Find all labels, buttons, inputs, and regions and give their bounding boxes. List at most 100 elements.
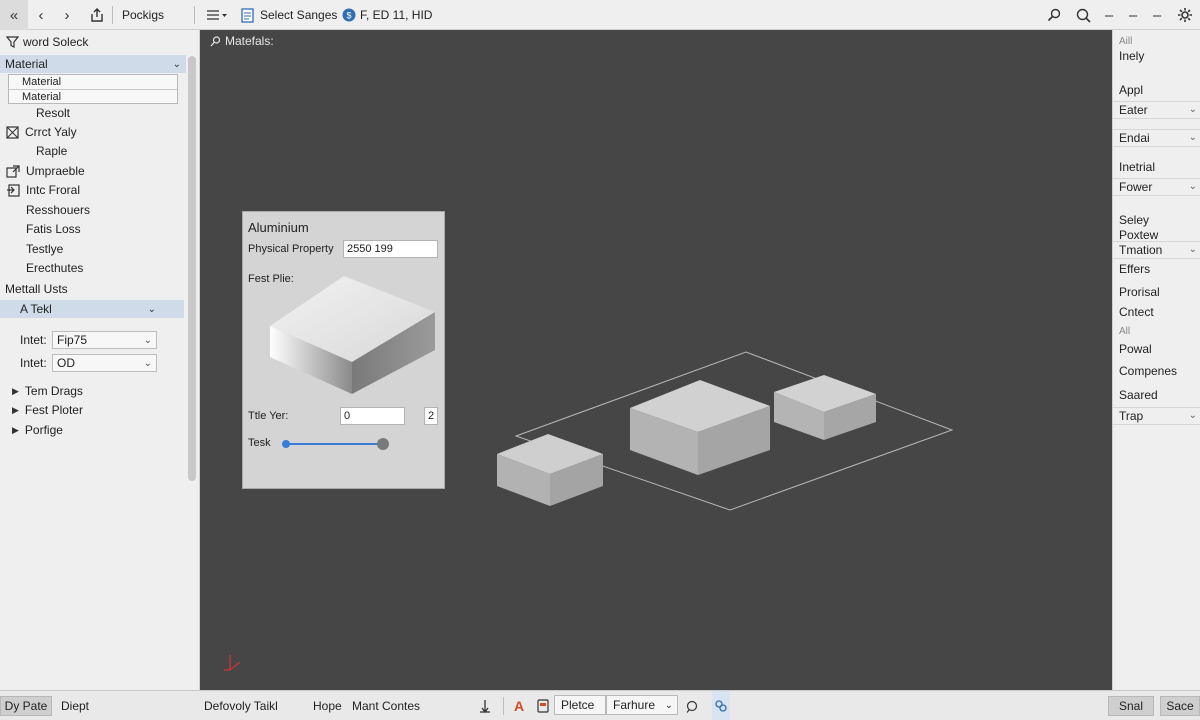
panel-header-label: word Soleck <box>23 35 89 49</box>
right-panel-item[interactable]: Cntect <box>1119 303 1154 321</box>
metal-units-dropdown[interactable]: A Tekl ⌄ <box>0 300 184 318</box>
property-value: 2550 199 <box>347 243 393 255</box>
tree-item-fest-ploter[interactable]: ▶ Fest Ploter <box>12 401 83 419</box>
title-year-value: 0 <box>344 410 351 422</box>
input-label: Intet: <box>20 333 47 347</box>
material-item[interactable]: Material <box>22 90 61 104</box>
tab-diept[interactable]: Diept <box>61 691 89 720</box>
list-item-label: Crrct Yaly <box>25 125 77 139</box>
import-box-icon <box>6 183 20 197</box>
right-panel-item[interactable]: Inetrial <box>1119 158 1155 176</box>
bottom-status-bar: Dy Pate Diept Defovoly Taikl Hope Mant C… <box>0 690 1200 720</box>
forward-chevron-icon[interactable]: › <box>60 0 74 30</box>
status-text-3: Mant Contes <box>352 699 421 713</box>
right-panel-item[interactable]: Compenes <box>1119 362 1177 380</box>
right-panel-item[interactable]: Endai <box>1119 129 1150 147</box>
box-small-front[interactable] <box>497 434 603 506</box>
chevron-down-icon: ⌄ <box>147 303 156 315</box>
share-upload-icon[interactable] <box>88 0 106 30</box>
triangle-right-icon: ▶ <box>12 385 19 396</box>
link-icon[interactable] <box>712 691 730 720</box>
metal-selected-value: A Tekl <box>20 302 52 316</box>
material-section-header[interactable]: Material ⌄ <box>0 55 186 73</box>
farhure-select[interactable]: Farhure ⌄ <box>606 695 678 715</box>
intet-input-2[interactable]: OD ⌄ <box>52 354 157 372</box>
task-slider-thumb[interactable] <box>377 438 389 450</box>
list-item-raple[interactable]: Raple <box>36 142 67 160</box>
right-panel-item[interactable]: Effers <box>1119 260 1150 278</box>
list-item-crrct-yaly[interactable]: Crrct Yaly <box>6 123 77 141</box>
double-left-chevron-icon[interactable]: « <box>0 0 28 30</box>
right-panel-caption: All <box>1119 325 1131 337</box>
status-text-1: Defovoly Taikl <box>204 699 278 713</box>
list-item-resshouers[interactable]: Resshouers <box>26 201 90 219</box>
chevron-down-icon: ⌄ <box>1188 132 1197 143</box>
chevron-down-icon: ⌄ <box>143 334 152 346</box>
tree-item-porfige[interactable]: ▶ Porfige <box>12 421 63 439</box>
chevron-down-icon: ⌄ <box>1188 244 1197 255</box>
settings-gear-icon[interactable] <box>1176 0 1194 30</box>
right-panel: Aill Inely Appl ⌄ Eater ⌄ Endai Inetrial ⌄ Fower S… <box>1112 30 1200 690</box>
triangle-right-icon: ▶ <box>12 404 19 415</box>
select-ranges-label[interactable]: Select Sanges <box>260 0 337 30</box>
list-item-testlye[interactable]: Testlye <box>26 240 63 258</box>
anchor-icon[interactable] <box>478 691 492 720</box>
right-panel-item[interactable]: Eater <box>1119 101 1148 119</box>
list-item-erecthutes[interactable]: Erecthutes <box>26 259 83 277</box>
text-color-icon[interactable]: A <box>512 691 526 720</box>
restore-icon[interactable]: – <box>1126 0 1140 30</box>
snal-button[interactable]: Snal <box>1108 696 1154 716</box>
task-slider-start <box>282 440 290 448</box>
pletce-field[interactable]: Pletce <box>554 695 606 715</box>
info-badge-icon: $ <box>342 0 356 30</box>
intet-input-1[interactable]: Fip75 ⌄ <box>52 331 157 349</box>
status-text-2: Hope <box>313 699 342 713</box>
box-large-center[interactable] <box>630 380 770 475</box>
save-button[interactable]: Sace <box>1160 696 1200 716</box>
task-label: Tesk <box>248 437 271 449</box>
material-section-title: Material <box>5 57 48 71</box>
3d-viewport[interactable]: Matefals: Aluminium Physical Property 25… <box>200 30 1112 690</box>
svg-text:$: $ <box>346 11 351 21</box>
tab-title[interactable]: Pockigs <box>122 0 164 30</box>
list-item-intc-froral[interactable]: Intc Froral <box>6 181 80 199</box>
tab-dy-pate[interactable]: Dy Pate <box>0 696 52 716</box>
material-item[interactable]: Material <box>22 75 61 89</box>
chevron-down-icon: ⌄ <box>1188 181 1197 192</box>
select-value: Farhure <box>613 698 656 712</box>
window-dash-icon[interactable]: – <box>1150 0 1164 30</box>
expand-box-icon <box>6 164 20 178</box>
list-item-fatis-loss[interactable]: Fatis Loss <box>26 220 81 238</box>
list-item-umpraeble[interactable]: Umpraeble <box>6 162 85 180</box>
menu-lines-icon[interactable] <box>204 0 230 30</box>
right-panel-item[interactable]: Tmation <box>1119 241 1162 259</box>
zoom-search-icon[interactable] <box>1074 0 1092 30</box>
right-panel-item[interactable]: Trap <box>1119 407 1143 425</box>
right-panel-item[interactable]: Powal <box>1119 340 1152 358</box>
document-icon <box>240 0 254 30</box>
title-year-badge[interactable]: 2 <box>424 407 438 425</box>
right-panel-item[interactable]: Saared <box>1119 386 1158 404</box>
list-item-resolt[interactable]: Resolt <box>36 104 70 122</box>
toolbar-separator <box>112 6 113 24</box>
right-panel-item[interactable]: Prorisal <box>1119 283 1160 301</box>
right-panel-item[interactable]: Fower <box>1119 178 1152 196</box>
right-panel-item[interactable]: Inely <box>1119 47 1144 65</box>
task-slider-fill <box>285 443 383 445</box>
right-panel-item[interactable]: Appl <box>1119 81 1143 99</box>
key-search-icon[interactable] <box>1046 0 1062 30</box>
back-chevron-icon[interactable]: ‹ <box>34 0 48 30</box>
left-panel-scrollbar[interactable] <box>188 56 196 481</box>
property-value-field[interactable]: 2550 199 <box>343 240 438 258</box>
minimize-icon[interactable]: – <box>1102 0 1116 30</box>
title-year-field[interactable]: 0 <box>340 407 405 425</box>
chevron-down-icon: ⌄ <box>143 357 152 369</box>
lasso-icon[interactable] <box>684 691 698 720</box>
toolbar-separator <box>503 697 504 715</box>
layers-icon[interactable] <box>535 691 551 720</box>
chevron-down-icon: ⌄ <box>172 58 181 70</box>
task-slider[interactable] <box>282 438 389 450</box>
tree-item-tem-drags[interactable]: ▶ Tem Drags <box>12 382 83 400</box>
title-year-badge-value: 2 <box>428 410 435 422</box>
box-right[interactable] <box>774 375 876 440</box>
